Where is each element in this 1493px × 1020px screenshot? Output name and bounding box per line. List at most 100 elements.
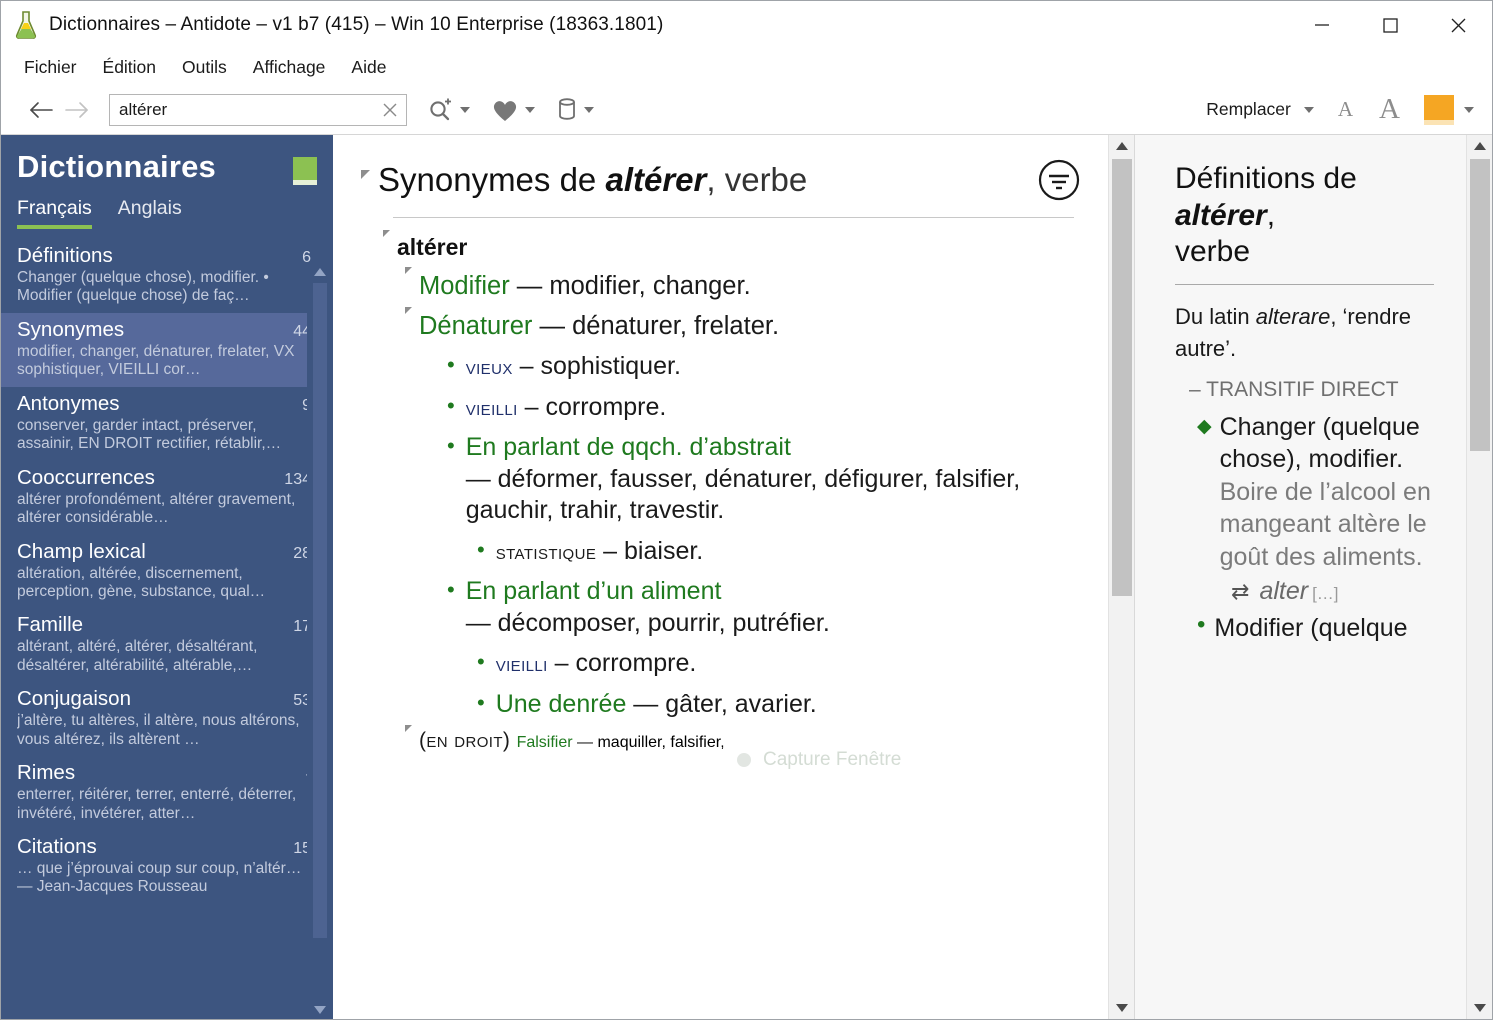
font-decrease-button[interactable]: A <box>1326 97 1365 122</box>
menu-affichage[interactable]: Affichage <box>240 54 339 81</box>
clear-search-icon[interactable] <box>380 100 400 120</box>
sidebar-item-synonymes[interactable]: Synonymes 44 modifier, changer, dénaturer… <box>1 312 333 387</box>
chevron-down-icon[interactable] <box>584 106 594 113</box>
trash-button[interactable] <box>553 95 596 125</box>
font-increase-button[interactable]: A <box>1367 93 1412 126</box>
collapse-triangle-icon[interactable] <box>405 267 412 274</box>
chevron-down-icon[interactable] <box>525 106 535 113</box>
collapse-triangle-icon[interactable] <box>405 307 412 315</box>
scroll-track[interactable] <box>1467 157 1492 997</box>
sense-synonyms: corrompre. <box>545 392 667 421</box>
bullet-icon: • <box>477 649 485 675</box>
search-box[interactable] <box>109 93 407 126</box>
filter-icon[interactable] <box>1036 157 1082 203</box>
sidebar-item-champ-lexical[interactable]: Champ lexical 28 altération, altérée, dis… <box>1 535 333 609</box>
sidebar-item-antonymes[interactable]: Antonymes9 conserver, garder intact, pré… <box>1 387 333 461</box>
chevron-down-icon[interactable] <box>460 106 470 113</box>
menu-outils[interactable]: Outils <box>169 54 240 81</box>
sidebar-item-citations[interactable]: Citations 15 … que j’éprouvai coup sur co… <box>1 830 333 904</box>
bullet-icon: • <box>1197 611 1206 639</box>
usage-tag: vieux <box>465 356 513 380</box>
sense-synonyms: décomposer, pourrir, putréfier. <box>497 608 830 637</box>
maximize-button[interactable] <box>1356 1 1424 49</box>
scroll-thumb[interactable] <box>1470 159 1490 451</box>
sense-label[interactable]: En parlant de qqch. d’abstrait <box>466 433 791 461</box>
sidebar-title: Dictionnaires <box>17 149 216 184</box>
body: Dictionnaires Français Anglais Définitio… <box>1 135 1492 1019</box>
sidebar-item-preview: conserver, garder intact, préserver, ass… <box>17 416 282 453</box>
definitions-title-suffix: , <box>1266 198 1276 232</box>
scroll-down-icon[interactable] <box>314 1001 326 1019</box>
forward-arrow-icon[interactable] <box>59 92 95 128</box>
definition-item-1: ◆ Changer (quelque chose), modifier. Boi… <box>1197 411 1454 574</box>
sidebar-item-label: Conjugaison <box>17 687 131 711</box>
exchange-icon: ⇄ <box>1231 579 1250 605</box>
sense-label[interactable]: Falsifier <box>517 734 573 751</box>
collapse-triangle-icon[interactable] <box>405 725 412 733</box>
etymology-latin: alterare <box>1255 303 1331 329</box>
window-title: Dictionnaires – Antidote – v1 b7 (415) –… <box>49 14 664 35</box>
sense-label[interactable]: Modifier <box>419 272 510 300</box>
sidebar-item-cooccurrences[interactable]: Cooccurrences 134 altérer profondément, a… <box>1 461 333 535</box>
bullet-icon: • <box>447 433 455 459</box>
green-book-icon <box>293 157 317 185</box>
menu-aide[interactable]: Aide <box>338 54 399 81</box>
watermark-dot-icon <box>737 753 751 767</box>
back-arrow-icon[interactable] <box>23 92 59 128</box>
scroll-up-icon[interactable] <box>314 263 326 281</box>
scroll-up-icon[interactable] <box>1115 135 1128 157</box>
minimize-button[interactable] <box>1288 1 1356 49</box>
sense-label[interactable]: En parlant d’un aliment <box>466 577 722 605</box>
sidebar-scrollbar[interactable] <box>307 263 333 1019</box>
sidebar-item-label: Cooccurrences <box>17 465 155 489</box>
sidebar-item-preview: modifier, changer, dénaturer, frelater, … <box>17 342 295 379</box>
diamond-bullet-icon: ◆ <box>1197 415 1212 437</box>
xref-word[interactable]: alter <box>1259 577 1308 606</box>
replace-button[interactable]: Remplacer <box>1200 96 1297 123</box>
collapse-triangle-icon[interactable] <box>383 230 390 237</box>
tab-francais[interactable]: Français <box>17 197 92 229</box>
search-plus-button[interactable] <box>425 95 472 125</box>
window-controls <box>1288 1 1492 49</box>
scroll-down-icon[interactable] <box>1473 997 1486 1019</box>
bullet-icon: • <box>447 577 455 603</box>
sense-label[interactable]: Une denrée <box>496 690 627 718</box>
dictionary-color-button[interactable] <box>1424 94 1454 125</box>
close-button[interactable] <box>1424 1 1492 49</box>
bullet-icon: • <box>477 536 485 562</box>
menu-fichier[interactable]: Fichier <box>11 54 90 81</box>
main-scrollbar[interactable] <box>1108 135 1134 1019</box>
definitions-title-word: altérer <box>1175 198 1267 232</box>
scroll-down-icon[interactable] <box>1115 997 1128 1019</box>
subsense-denree: • Une denrée — gâter, avarier. <box>477 689 1082 721</box>
sense-falsifier: (en droit) Falsifier — maquiller, falsif… <box>405 725 1082 753</box>
bullet-icon: • <box>477 689 485 715</box>
sense-separator: — <box>626 689 666 718</box>
sidebar-item-rimes[interactable]: Rimes- enterrer, réitérer, terrer, enter… <box>1 756 333 830</box>
favorite-button[interactable] <box>488 95 537 125</box>
definitions-scrollbar[interactable] <box>1466 135 1492 1019</box>
sense-separator: — <box>532 312 573 341</box>
sense-label[interactable]: Dénaturer <box>419 312 532 340</box>
scroll-up-icon[interactable] <box>1473 135 1486 157</box>
subsense-abstrait: • En parlant de qqch. d’abstrait — déform… <box>447 432 1082 527</box>
scroll-thumb[interactable] <box>1112 159 1132 596</box>
chevron-down-icon[interactable] <box>1464 106 1474 113</box>
sidebar-item-label: Famille <box>17 613 84 637</box>
cross-reference[interactable]: ⇄ alter […] <box>1231 577 1454 606</box>
search-input[interactable] <box>119 99 380 120</box>
sense-separator: — <box>465 464 498 493</box>
scroll-track[interactable] <box>313 281 327 1001</box>
sense-separator: – <box>547 649 576 678</box>
scroll-thumb[interactable] <box>313 283 327 938</box>
menu-edition[interactable]: Édition <box>90 54 170 81</box>
tab-anglais[interactable]: Anglais <box>118 197 182 229</box>
sidebar-item-conjugaison[interactable]: Conjugaison 53 j’altère, tu altères, il a… <box>1 682 333 756</box>
sidebar-item-definitions[interactable]: Définitions 6 Changer (quelque chose), mo… <box>1 239 333 313</box>
scroll-track[interactable] <box>1109 157 1134 997</box>
header-divider <box>393 217 1074 218</box>
definition-example: Boire de l’alcool en mangeant altère le … <box>1219 477 1431 571</box>
chevron-down-icon[interactable] <box>1303 106 1314 113</box>
sidebar-item-famille[interactable]: Famille 17 altérant, altéré, altérer, dés… <box>1 608 333 682</box>
collapse-triangle-icon[interactable] <box>361 169 370 179</box>
